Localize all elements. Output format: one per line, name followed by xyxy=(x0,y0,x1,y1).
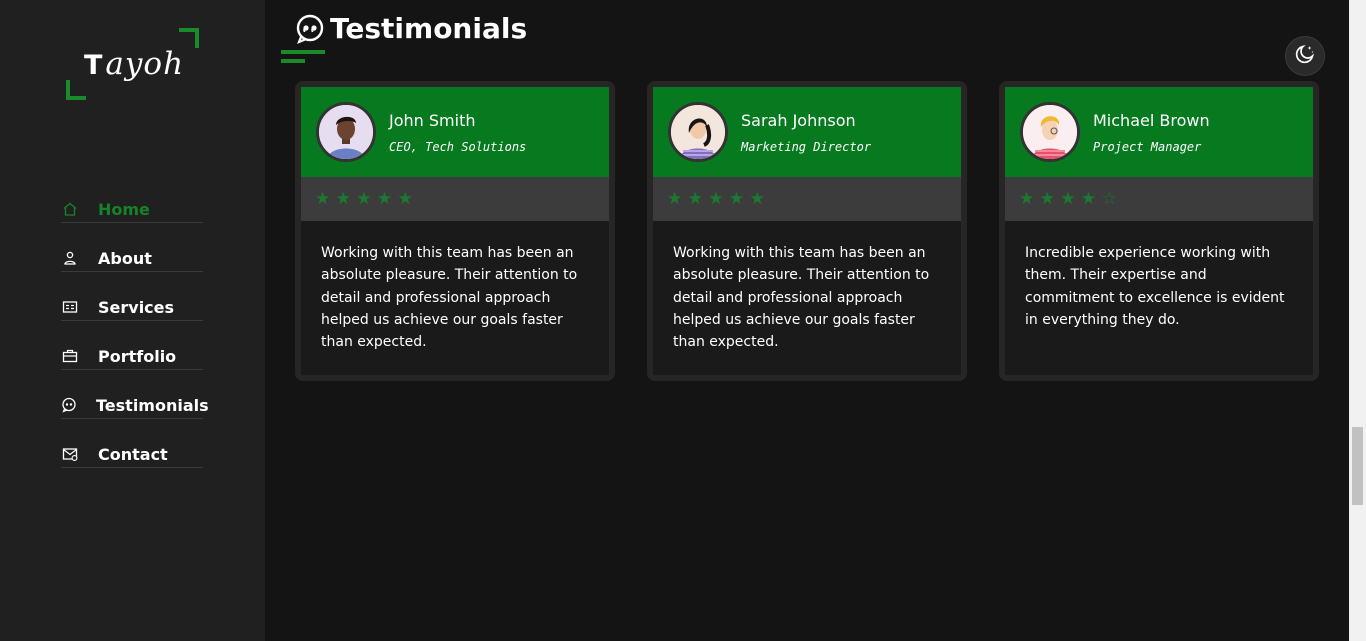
sidebar: Tayoh Home About Services Portfolio Test… xyxy=(0,0,265,641)
testimonial-name: Sarah Johnson xyxy=(741,110,856,130)
testimonial-header: Sarah Johnson Marketing Director xyxy=(653,87,961,177)
nav-item-label: Home xyxy=(98,199,150,219)
testimonial-text: Working with this team has been an absol… xyxy=(673,245,930,351)
title-underline xyxy=(281,50,325,54)
rating-stars: ★ ★ ★ ★ ★ xyxy=(301,177,609,221)
avatar xyxy=(1020,102,1080,162)
testimonial-card: Michael Brown Project Manager ★ ★ ★ ★ ☆ … xyxy=(999,81,1319,382)
star-icon: ★ ★ ★ ★ ★ xyxy=(315,188,413,209)
theme-toggle-button[interactable] xyxy=(1285,36,1325,76)
rating-stars: ★ ★ ★ ★ ☆ xyxy=(1005,177,1313,221)
logo-cap: T xyxy=(84,50,104,81)
testimonial-name: John Smith xyxy=(389,110,476,130)
quote-bubble-icon xyxy=(294,13,326,45)
title-underline-short xyxy=(281,59,305,63)
scrollbar[interactable] xyxy=(1349,0,1366,641)
logo-corner-bottom-left xyxy=(66,80,86,100)
logo-text: Tayoh xyxy=(84,46,184,82)
logo-corner-top-right xyxy=(179,28,199,48)
rating-stars: ★ ★ ★ ★ ★ xyxy=(653,177,961,221)
user-icon xyxy=(61,249,79,267)
nav-item-portfolio[interactable]: Portfolio xyxy=(61,343,203,370)
logo-rest: ayoh xyxy=(105,46,185,82)
testimonial-card: Sarah Johnson Marketing Director ★ ★ ★ ★… xyxy=(647,81,967,382)
testimonial-text: Working with this team has been an absol… xyxy=(321,245,578,351)
nav-item-label: Contact xyxy=(98,444,168,464)
nav-item-contact[interactable]: Contact xyxy=(61,441,203,468)
testimonial-role: Marketing Director xyxy=(741,139,872,154)
quote-bubble-icon xyxy=(61,396,77,414)
nav-item-label: Testimonials xyxy=(96,395,209,415)
nav-item-about[interactable]: About xyxy=(61,245,203,272)
scrollbar-thumb[interactable] xyxy=(1352,427,1363,505)
nav-item-services[interactable]: Services xyxy=(61,294,203,321)
star-icon: ★ ★ ★ ★ ★ xyxy=(667,188,765,209)
testimonial-role: Project Manager xyxy=(1093,139,1202,154)
nav-item-label: About xyxy=(98,248,152,268)
section-header: Testimonials xyxy=(294,12,527,45)
sidebar-nav: Home About Services Portfolio Testimonia… xyxy=(61,196,209,490)
avatar xyxy=(316,102,376,162)
testimonial-text: Incredible experience working with them.… xyxy=(1025,245,1285,328)
moon-stars-icon xyxy=(1294,43,1316,69)
testimonial-card: John Smith CEO, Tech Solutions ★ ★ ★ ★ ★… xyxy=(295,81,615,382)
testimonial-header: John Smith CEO, Tech Solutions xyxy=(301,87,609,177)
star-icon: ★ ★ ★ ★ ☆ xyxy=(1019,188,1117,209)
nav-item-home[interactable]: Home xyxy=(61,196,203,223)
testimonial-header: Michael Brown Project Manager xyxy=(1005,87,1313,177)
testimonial-role: CEO, Tech Solutions xyxy=(389,139,527,154)
main-content: Testimonials John Smith CEO, Tech Soluti… xyxy=(265,0,1349,641)
id-card-icon xyxy=(61,298,79,316)
home-icon xyxy=(61,200,79,218)
testimonial-name: Michael Brown xyxy=(1093,110,1210,130)
logo[interactable]: Tayoh xyxy=(64,26,202,102)
briefcase-icon xyxy=(61,347,79,365)
mail-icon xyxy=(61,445,79,463)
nav-item-testimonials[interactable]: Testimonials xyxy=(61,392,209,419)
nav-item-label: Services xyxy=(98,297,175,317)
page-title: Testimonials xyxy=(330,12,528,45)
avatar xyxy=(668,102,728,162)
testimonials-list: John Smith CEO, Tech Solutions ★ ★ ★ ★ ★… xyxy=(295,81,1319,382)
nav-item-label: Portfolio xyxy=(98,346,177,366)
